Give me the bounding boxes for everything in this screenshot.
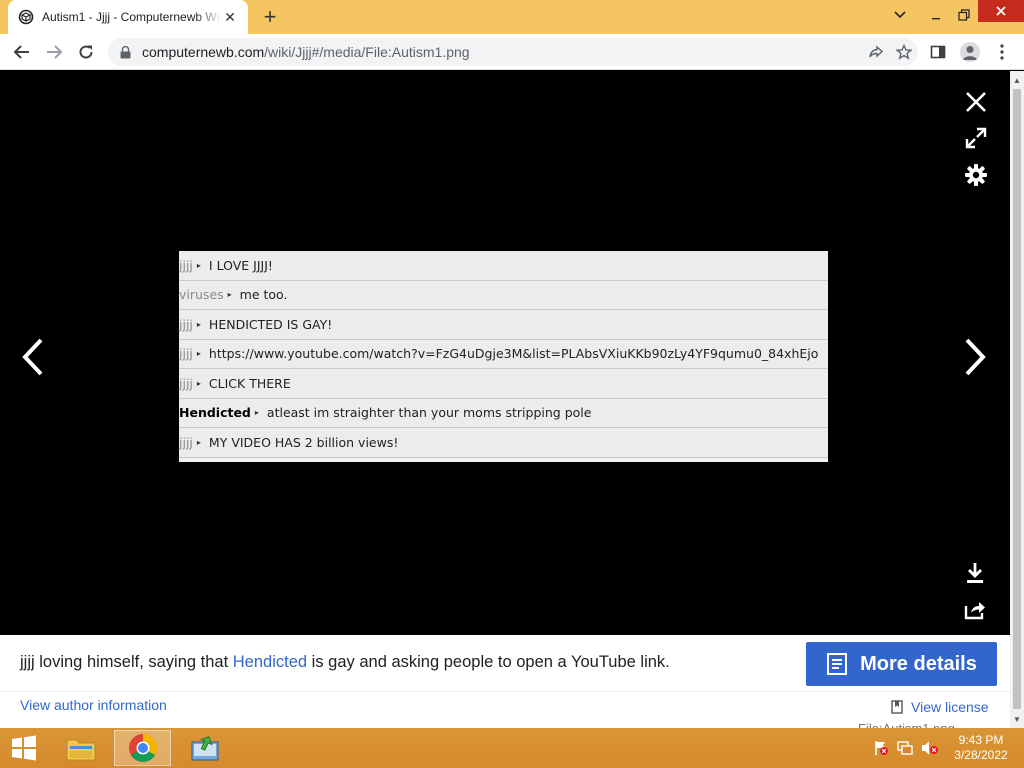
chat-message: CLICK THERE [208, 375, 291, 391]
page-scrollbar[interactable]: ▲ ▼ [1010, 71, 1024, 728]
profile-avatar-icon[interactable] [958, 40, 982, 64]
chat-username: jjjj [179, 434, 193, 450]
chat-username: jjjj [179, 346, 193, 362]
chat-row: viruses ▸ me too. [179, 280, 828, 310]
chat-row: Hendicted ▸ atleast im straighter than you… [179, 398, 828, 428]
side-panel-icon[interactable] [926, 40, 950, 64]
tab-search-icon[interactable] [886, 0, 914, 30]
chat-row: jjjj ▸ CLICK THERE [179, 369, 828, 399]
chat-arrow-icon: ▸ [196, 319, 201, 329]
windows-start-icon[interactable] [2, 730, 46, 766]
more-details-label: More details [860, 652, 977, 675]
tab-strip: Autism1 - Jjjj - Computernewb Wiki ✕ + [0, 0, 1024, 34]
window-close-button[interactable] [978, 0, 1024, 22]
forward-arrow-icon[interactable] [42, 40, 66, 64]
file-name-partial: File:Autism1.png [858, 721, 955, 728]
wiki-favicon-icon [18, 9, 34, 25]
url-text: computernewb.com/wiki/Jjjj#/media/File:A… [142, 44, 470, 60]
browser-toolbar: computernewb.com/wiki/Jjjj#/media/File:A… [0, 34, 1024, 70]
green-arrow-app-icon[interactable] [176, 730, 233, 766]
reload-icon[interactable] [74, 40, 98, 64]
minimize-button[interactable] [924, 0, 948, 30]
chat-message: atleast im straighter than your moms str… [266, 405, 592, 421]
back-arrow-icon[interactable] [10, 40, 34, 64]
more-details-button[interactable]: More details [806, 642, 997, 686]
chat-arrow-icon: ▸ [227, 290, 232, 300]
new-tab-button[interactable]: + [258, 4, 282, 29]
taskbar-clock[interactable]: 9:43 PM 3/28/2022 [948, 733, 1014, 763]
chat-row: jjjj ▸ I LOVE JJJJ! [179, 251, 828, 281]
tab-close-icon[interactable]: ✕ [222, 9, 238, 25]
view-license-link[interactable]: View license [891, 699, 989, 715]
close-viewer-icon[interactable] [962, 88, 990, 116]
chat-username: jjjj [179, 257, 193, 273]
scrollbar-thumb[interactable] [1013, 89, 1021, 709]
next-image-icon[interactable] [958, 335, 994, 379]
chat-username: jjjj [179, 375, 193, 391]
browser-menu-icon[interactable] [990, 40, 1014, 64]
chat-row: jjjj ▸ MY VIDEO HAS 2 billion views! [179, 428, 828, 458]
license-icon [891, 700, 903, 714]
file-explorer-icon[interactable] [56, 730, 106, 766]
chat-message: MY VIDEO HAS 2 billion views! [208, 434, 399, 450]
document-icon [826, 653, 848, 675]
network-icon[interactable] [897, 739, 915, 757]
clock-time: 9:43 PM [958, 733, 1004, 747]
share-icon[interactable] [862, 44, 890, 60]
restore-button[interactable] [952, 0, 976, 30]
browser-tab[interactable]: Autism1 - Jjjj - Computernewb Wiki ✕ [8, 0, 248, 34]
chat-arrow-icon: ▸ [196, 260, 201, 270]
clock-date: 3/28/2022 [954, 748, 1008, 762]
view-author-link[interactable]: View author information [20, 697, 167, 713]
action-center-flag-icon[interactable] [872, 739, 890, 757]
download-icon[interactable] [962, 560, 988, 586]
chat-arrow-icon: ▸ [196, 437, 201, 447]
windows-taskbar: 9:43 PM 3/28/2022 [0, 728, 1024, 768]
chat-row: jjjj ▸ https://www.youtube.com/watch?v=FzG… [179, 339, 828, 369]
chat-username: Hendicted [179, 405, 251, 421]
lock-icon[interactable] [120, 45, 134, 59]
chat-arrow-icon: ▸ [254, 408, 259, 418]
chat-row: jjjj ▸ HENDICTED IS GAY! [179, 310, 828, 340]
chat-message: https://www.youtube.com/watch?v=FzG4uDgj… [208, 346, 819, 362]
image-caption: jjjj loving himself, saying that Hendict… [20, 653, 670, 671]
settings-gear-icon[interactable] [962, 161, 990, 189]
media-caption-panel: jjjj loving himself, saying that Hendict… [0, 635, 1010, 728]
scroll-down-icon[interactable]: ▼ [1010, 712, 1024, 726]
chat-screenshot-image: jjjj ▸ I LOVE JJJJ! viruses ▸ me too. jjjj ▸ H… [179, 251, 828, 462]
bookmark-star-icon[interactable] [890, 44, 918, 60]
previous-image-icon[interactable] [14, 335, 50, 379]
scroll-up-icon[interactable]: ▲ [1010, 73, 1024, 87]
chat-arrow-icon: ▸ [196, 378, 201, 388]
hendicted-link[interactable]: Hendicted [233, 653, 307, 671]
chat-message: me too. [239, 287, 288, 303]
media-viewer: jjjj ▸ I LOVE JJJJ! viruses ▸ me too. jjjj ▸ H… [0, 71, 1010, 635]
chat-username: viruses [179, 287, 224, 303]
chat-message: I LOVE JJJJ! [208, 257, 273, 273]
tab-title: Autism1 - Jjjj - Computernewb Wiki [42, 10, 222, 24]
chrome-taskbar-icon[interactable] [114, 730, 171, 766]
fullscreen-icon[interactable] [962, 124, 990, 152]
address-bar[interactable]: computernewb.com/wiki/Jjjj#/media/File:A… [108, 38, 918, 66]
share-image-icon[interactable] [962, 597, 988, 623]
chat-message: HENDICTED IS GAY! [208, 316, 333, 332]
chat-arrow-icon: ▸ [196, 349, 201, 359]
volume-muted-icon[interactable] [921, 739, 939, 757]
caption-divider [0, 691, 1010, 692]
chat-username: jjjj [179, 316, 193, 332]
